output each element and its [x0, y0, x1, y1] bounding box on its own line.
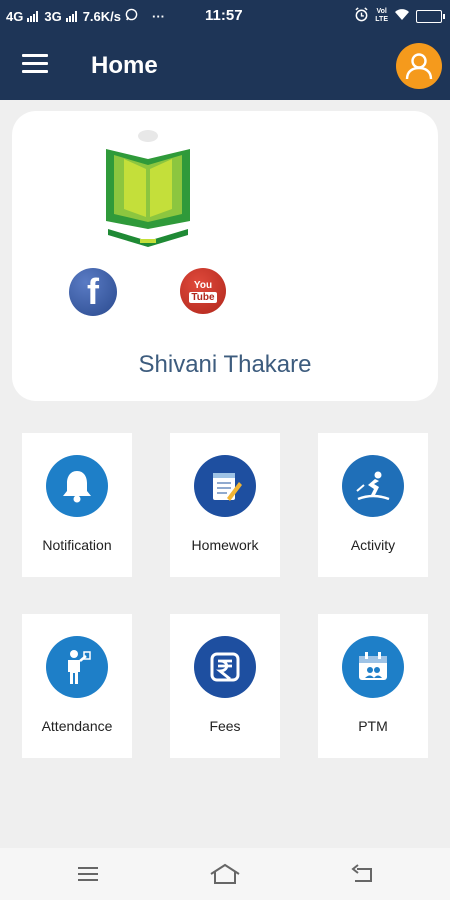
signal-icon-2	[65, 10, 77, 22]
facebook-icon[interactable]: f	[69, 268, 117, 316]
attendance-person-icon	[46, 636, 108, 698]
status-left: 4G 3G 7.6K/s ···	[6, 8, 165, 24]
battery-icon	[416, 9, 445, 23]
back-icon[interactable]	[346, 860, 378, 888]
user-name: Shivani Thakare	[138, 351, 312, 378]
tile-label: Homework	[191, 537, 259, 553]
alarm-icon	[354, 7, 369, 25]
rupee-icon	[194, 636, 256, 698]
school-book-logo	[98, 129, 208, 249]
system-nav-bar	[0, 848, 450, 900]
status-bar: 4G 3G 7.6K/s ··· 11:57 Vol LTE	[0, 0, 450, 32]
recents-icon[interactable]	[72, 860, 104, 888]
app-bar: Home	[0, 32, 450, 100]
ptm-tile[interactable]: PTM	[318, 614, 428, 758]
page-title: Home	[91, 52, 158, 79]
surfing-activity-icon	[342, 455, 404, 517]
tile-label: Activity	[350, 537, 396, 553]
whatsapp-icon	[125, 8, 138, 24]
home-icon[interactable]	[209, 860, 241, 888]
wifi-icon	[394, 8, 410, 24]
calendar-meeting-icon	[342, 636, 404, 698]
notification-tile[interactable]: Notification	[22, 433, 132, 577]
volte-icon: Vol LTE	[375, 8, 388, 23]
tile-label: Attendance	[41, 718, 113, 734]
status-right: Vol LTE	[354, 7, 445, 25]
tile-label: Notification	[42, 537, 112, 553]
signal-icon	[27, 10, 39, 22]
network-type-1: 4G	[6, 8, 24, 24]
activity-tile[interactable]: Activity	[318, 433, 428, 577]
homework-notebook-icon	[194, 455, 256, 517]
network-speed: 7.6K/s	[82, 8, 121, 24]
tile-label: Fees	[209, 718, 241, 734]
profile-card: f You Tube Shivani Thakare	[12, 111, 438, 401]
overflow-dots: ···	[152, 8, 165, 24]
hamburger-menu-icon[interactable]	[22, 54, 48, 74]
attendance-tile[interactable]: Attendance	[22, 614, 132, 758]
youtube-icon[interactable]: You Tube	[180, 268, 226, 314]
user-icon[interactable]	[396, 43, 442, 89]
status-time: 11:57	[205, 7, 243, 24]
network-type-2: 3G	[44, 8, 62, 24]
fees-tile[interactable]: Fees	[170, 614, 280, 758]
tile-label: PTM	[358, 718, 388, 734]
homework-tile[interactable]: Homework	[170, 433, 280, 577]
bell-icon	[46, 455, 108, 517]
